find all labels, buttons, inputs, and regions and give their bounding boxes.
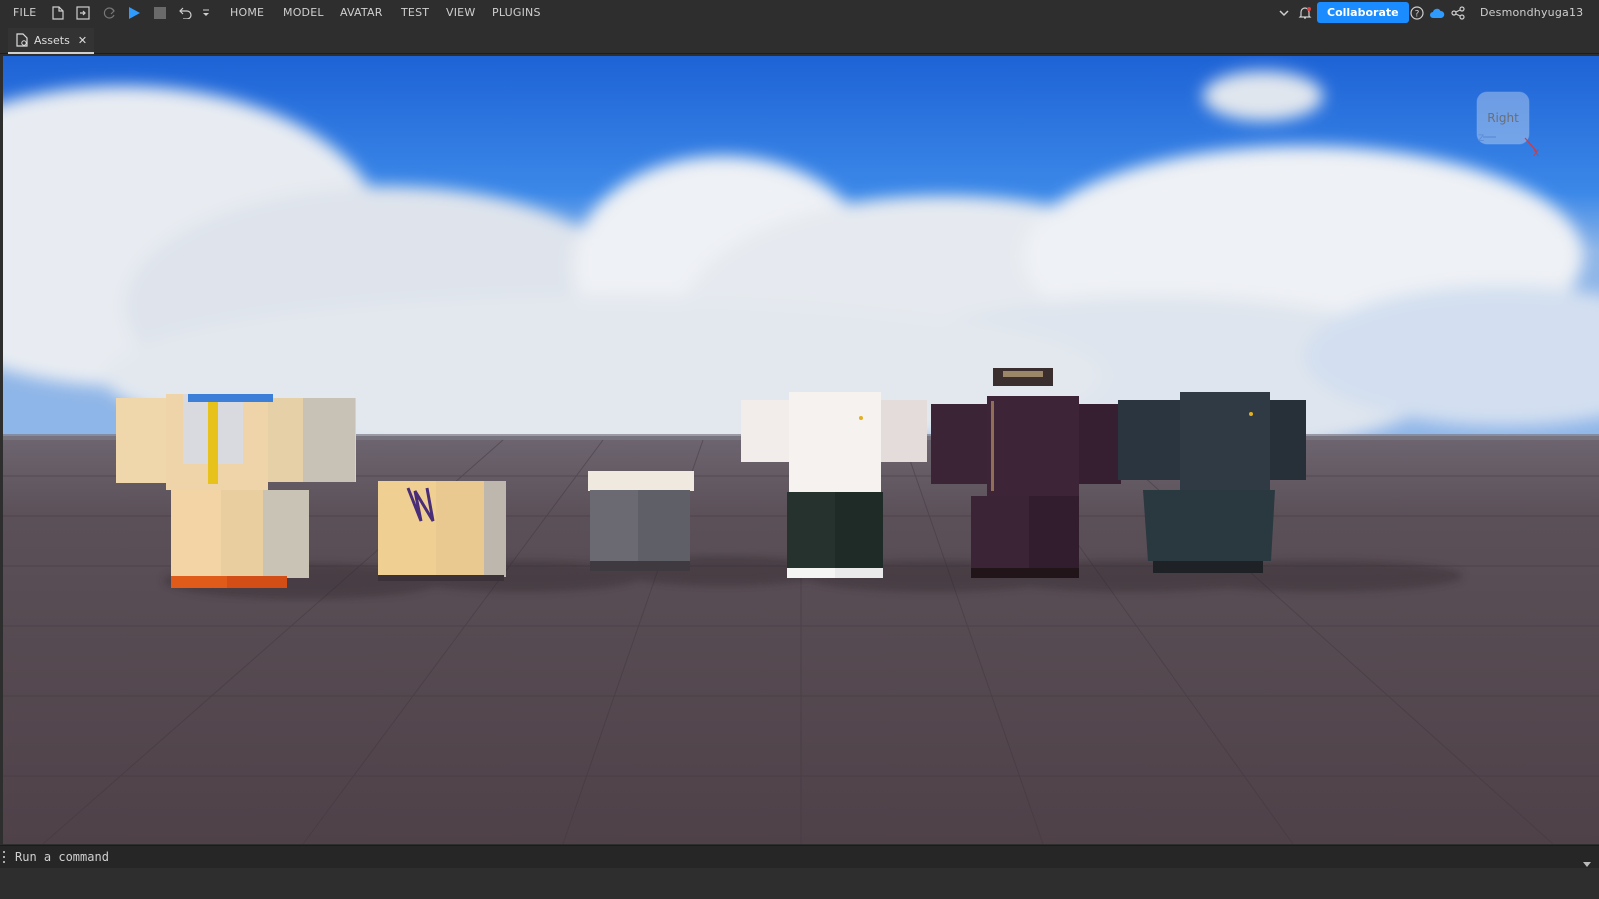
file-menu-label: FILE — [13, 6, 37, 19]
collaborate-button[interactable]: Collaborate — [1317, 2, 1409, 23]
script-tab-icon — [14, 32, 30, 48]
avatar-grey-pants[interactable] — [588, 471, 694, 571]
tab-view[interactable]: VIEW — [446, 0, 475, 25]
cloud-sync-button[interactable] — [1429, 0, 1445, 25]
command-input[interactable]: Run a command — [15, 846, 109, 868]
stop-button[interactable] — [152, 0, 168, 25]
notification-bell-icon — [1297, 5, 1313, 21]
3d-viewport[interactable]: Right Z X — [3, 56, 1599, 844]
tab-model-label: MODEL — [283, 6, 324, 19]
view-cube-label: Right — [1487, 111, 1519, 125]
tab-home-label: HOME — [230, 6, 265, 19]
cloud-icon — [1429, 5, 1445, 21]
tab-test-label: TEST — [401, 6, 430, 19]
file-menu[interactable]: FILE — [13, 0, 36, 25]
tab-plugins[interactable]: PLUGINS — [492, 0, 541, 25]
tab-model[interactable]: MODEL — [283, 0, 324, 25]
stop-icon — [152, 5, 168, 21]
quick-access-dropdown[interactable] — [198, 0, 214, 25]
help-button[interactable]: ? — [1409, 0, 1425, 25]
top-menu-bar: FILE HOME MODEL AVATAR TEST VIEW PLUGINS… — [0, 0, 1599, 25]
chevron-down-icon — [1276, 5, 1292, 21]
tab-view-label: VIEW — [446, 6, 476, 19]
command-bar: Run a command — [0, 845, 1599, 869]
undo-icon — [177, 5, 193, 21]
play-icon — [126, 5, 142, 21]
bottom-output-area — [0, 868, 1599, 899]
tab-assets[interactable]: Assets ✕ — [8, 28, 94, 54]
viewport-scene: Right Z X — [3, 56, 1599, 844]
share-button[interactable] — [1450, 0, 1466, 25]
tab-home[interactable]: HOME — [230, 0, 264, 25]
axis-z-label: Z — [1478, 134, 1484, 144]
tab-avatar-label: AVATAR — [340, 6, 383, 19]
ribbon-collapse-button[interactable] — [1276, 0, 1292, 25]
axis-x-label: X — [1533, 149, 1539, 159]
open-place-icon — [75, 5, 91, 21]
new-file-button[interactable] — [50, 0, 66, 25]
quick-access-dropdown-icon — [198, 5, 214, 21]
drag-handle-icon[interactable] — [3, 851, 5, 863]
new-file-icon — [50, 5, 66, 21]
username-label: Desmondhyuga13 — [1480, 6, 1584, 19]
help-icon: ? — [1409, 5, 1425, 21]
command-placeholder: Run a command — [15, 850, 109, 864]
collaborate-label: Collaborate — [1327, 6, 1399, 19]
redo-button[interactable] — [101, 0, 117, 25]
tab-plugins-label: PLUGINS — [492, 6, 541, 19]
notifications-button[interactable] — [1297, 0, 1313, 25]
close-icon[interactable]: ✕ — [78, 34, 87, 47]
share-icon — [1450, 5, 1466, 21]
undo-button[interactable] — [177, 0, 193, 25]
tab-test[interactable]: TEST — [401, 0, 429, 25]
svg-text:?: ? — [1415, 9, 1420, 19]
tab-assets-label: Assets — [34, 33, 70, 47]
avatar-beige-shorts[interactable] — [378, 481, 506, 581]
tab-avatar[interactable]: AVATAR — [340, 0, 383, 25]
user-account-menu[interactable]: Desmondhyuga13 — [1480, 0, 1583, 25]
redo-icon — [101, 5, 117, 21]
document-tab-bar: Assets ✕ — [0, 25, 1599, 54]
play-button[interactable] — [126, 0, 142, 25]
open-place-button[interactable] — [75, 0, 91, 25]
